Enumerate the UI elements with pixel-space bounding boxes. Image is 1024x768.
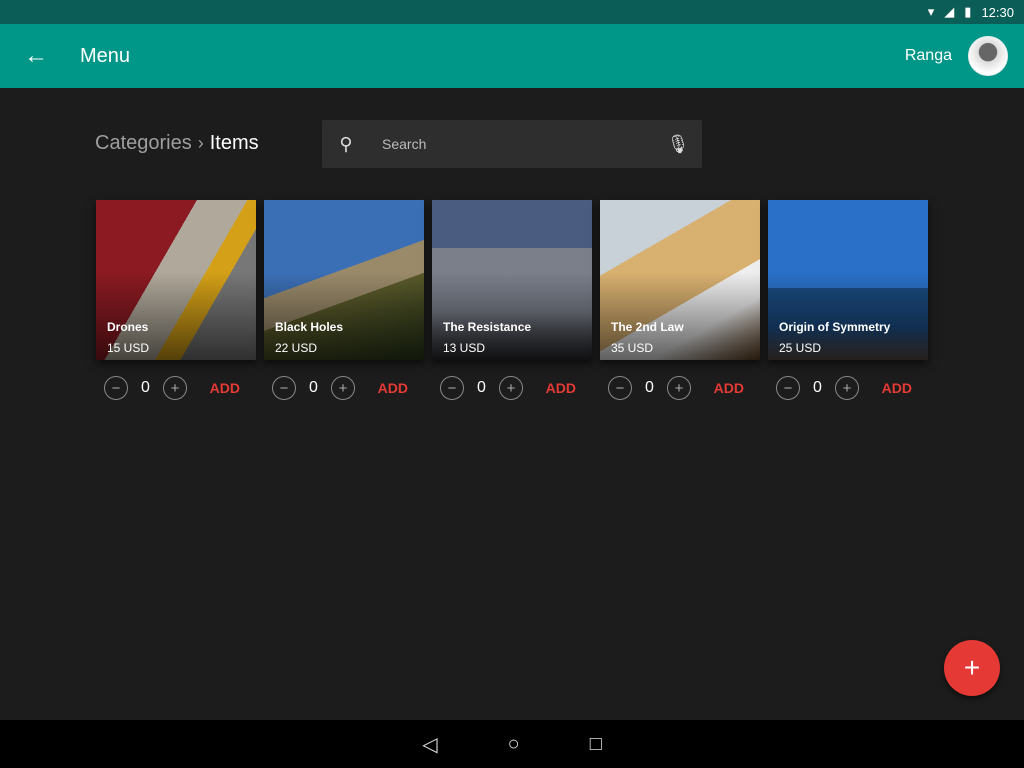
add-fab-button[interactable]: +	[944, 640, 1000, 696]
breadcrumb-categories[interactable]: Categories	[95, 132, 192, 155]
search-bar: ⚲ 🎙	[322, 120, 702, 168]
add-button[interactable]: ADD	[210, 380, 240, 396]
avatar[interactable]	[968, 36, 1008, 76]
breadcrumb-items: Items	[209, 132, 259, 154]
page-title: Menu	[80, 44, 131, 67]
app-bar: ← Menu Ranga	[0, 24, 1024, 88]
plus-icon: +	[338, 379, 348, 397]
increment-button[interactable]: +	[499, 376, 523, 400]
item-price: 35 USD	[611, 341, 654, 355]
item-card[interactable]: Black Holes 22 USD	[264, 200, 424, 360]
quantity-stepper: − 0 + ADD	[96, 376, 256, 400]
quantity-value: 0	[477, 379, 486, 396]
minus-icon: −	[447, 379, 457, 397]
decrement-button[interactable]: −	[272, 376, 296, 400]
user-menu[interactable]: Ranga	[905, 36, 1008, 76]
minus-icon: −	[783, 379, 793, 397]
plus-icon: +	[506, 379, 516, 397]
add-button[interactable]: ADD	[378, 380, 408, 396]
decrement-button[interactable]: −	[608, 376, 632, 400]
breadcrumb: Categories › Items	[95, 132, 259, 155]
item-card[interactable]: Drones 15 USD	[96, 200, 256, 360]
quantity-stepper: − 0 + ADD	[432, 376, 592, 400]
quantity-value: 0	[645, 379, 654, 396]
item-name: Drones	[107, 320, 149, 334]
add-button[interactable]: ADD	[714, 380, 744, 396]
item-name: The Resistance	[443, 320, 532, 334]
search-icon[interactable]: ⚲	[322, 134, 370, 155]
item-card[interactable]: Origin of Symmetry 25 USD	[768, 200, 928, 360]
item-price: 22 USD	[275, 341, 318, 355]
status-bar: ▾ ◢ ▮ 12:30	[0, 0, 1024, 24]
item-price: 25 USD	[779, 341, 822, 355]
decrement-button[interactable]: −	[440, 376, 464, 400]
quantity-stepper: − 0 + ADD	[768, 376, 928, 400]
quantity-stepper: − 0 + ADD	[264, 376, 424, 400]
item-name: Black Holes	[275, 320, 344, 334]
decrement-button[interactable]: −	[104, 376, 128, 400]
quantity-value: 0	[309, 379, 318, 396]
arrow-left-icon: ←	[24, 42, 48, 69]
add-button[interactable]: ADD	[882, 380, 912, 396]
chevron-right-icon: ›	[197, 133, 204, 153]
quantity-value: 0	[141, 379, 150, 396]
item-card[interactable]: The 2nd Law 35 USD	[600, 200, 760, 360]
decrement-button[interactable]: −	[776, 376, 800, 400]
signal-icon: ◢	[944, 4, 955, 19]
increment-button[interactable]: +	[163, 376, 187, 400]
nav-back-icon[interactable]: ◁	[422, 732, 437, 757]
item-price: 15 USD	[107, 341, 150, 355]
plus-icon: +	[170, 379, 180, 397]
microphone-icon[interactable]: 🎙	[654, 134, 702, 155]
user-name: Ranga	[904, 47, 952, 64]
nav-recents-icon[interactable]: □	[590, 733, 602, 756]
item-name: The 2nd Law	[611, 320, 684, 334]
battery-icon: ▮	[964, 4, 972, 19]
navigation-bar: ◁ ○ □	[0, 720, 1024, 768]
back-button[interactable]: ←	[0, 24, 72, 88]
minus-icon: −	[279, 379, 289, 397]
item-name: Origin of Symmetry	[779, 320, 891, 334]
quantity-stepper: − 0 + ADD	[600, 376, 760, 400]
minus-icon: −	[615, 379, 625, 397]
item-card[interactable]: The Resistance 13 USD	[432, 200, 592, 360]
increment-button[interactable]: +	[331, 376, 355, 400]
nav-home-icon[interactable]: ○	[508, 733, 520, 756]
plus-icon: +	[963, 652, 981, 683]
item-price: 13 USD	[443, 341, 486, 355]
plus-icon: +	[674, 379, 684, 397]
search-input[interactable]	[382, 136, 654, 152]
increment-button[interactable]: +	[667, 376, 691, 400]
quantity-value: 0	[813, 379, 822, 396]
clock: 12:30	[981, 4, 1014, 20]
minus-icon: −	[111, 379, 121, 397]
plus-icon: +	[842, 379, 852, 397]
wifi-icon: ▾	[927, 4, 935, 19]
add-button[interactable]: ADD	[546, 380, 576, 396]
increment-button[interactable]: +	[835, 376, 859, 400]
